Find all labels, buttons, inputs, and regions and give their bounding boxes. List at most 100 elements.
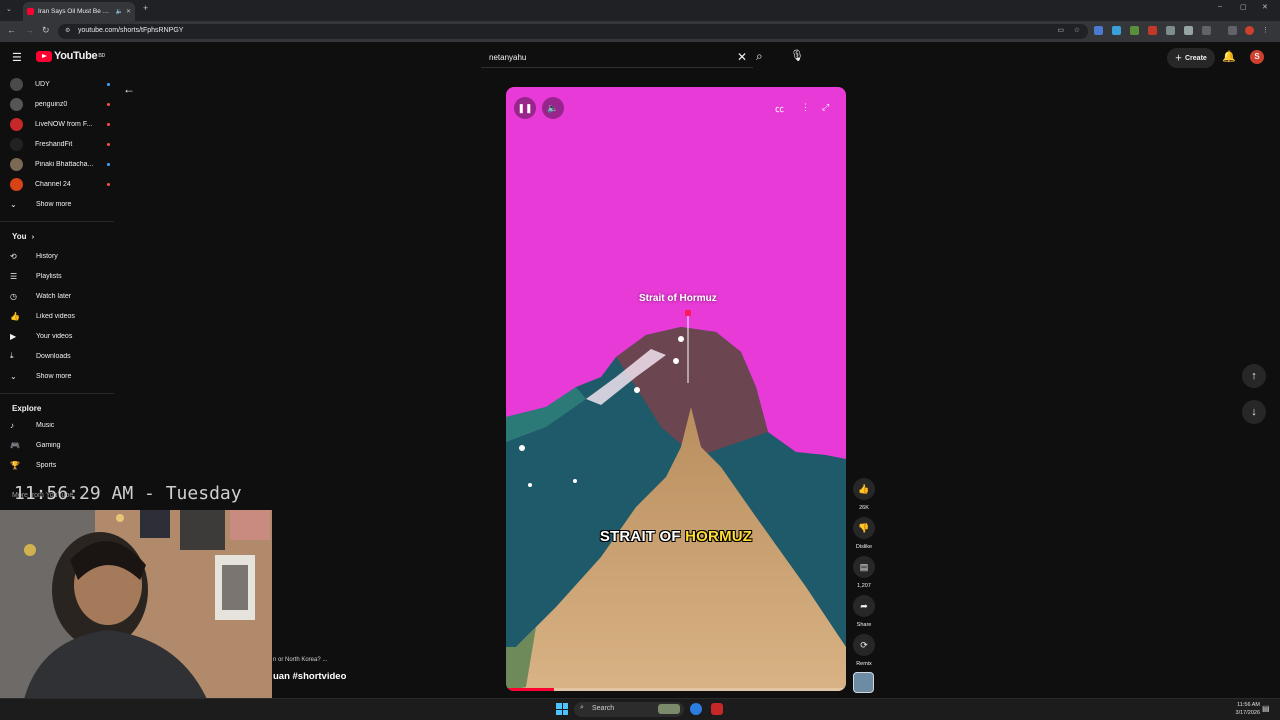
extension-icon[interactable] bbox=[1094, 26, 1103, 35]
youtube-logo[interactable]: YouTube BD bbox=[36, 50, 105, 62]
short-meta-title[interactable]: uan #shortvideo bbox=[273, 671, 346, 682]
sidebar-item-music[interactable]: ♪ Music bbox=[10, 416, 110, 434]
extension-icon[interactable] bbox=[1184, 26, 1193, 35]
sidebar-item-downloads[interactable]: ⤓ Downloads bbox=[10, 347, 110, 365]
downloads-icon[interactable] bbox=[1228, 26, 1237, 35]
you-heading[interactable]: You › bbox=[12, 232, 34, 241]
volume-icon[interactable]: 🔈 bbox=[542, 97, 564, 119]
webcam-overlay bbox=[0, 510, 272, 720]
taskbar-search-input[interactable]: ⌕ Search bbox=[574, 702, 684, 717]
extensions-puzzle-icon[interactable] bbox=[1202, 26, 1211, 35]
extension-icon[interactable] bbox=[1112, 26, 1121, 35]
captions-icon[interactable]: ㏄ bbox=[775, 102, 784, 115]
share-button[interactable]: ➦ Share bbox=[852, 595, 876, 628]
sidebar-item-liked-videos[interactable]: 👍 Liked videos bbox=[10, 307, 110, 325]
maximize-icon[interactable]: ▢ bbox=[1240, 3, 1247, 11]
app-icon[interactable] bbox=[711, 703, 723, 715]
windows-start-icon[interactable] bbox=[556, 703, 568, 715]
string-light bbox=[24, 544, 36, 556]
search-input[interactable]: netanyahu ✕ bbox=[481, 47, 753, 68]
profile-avatar-icon[interactable] bbox=[1245, 26, 1254, 35]
taskbar-clock[interactable]: 11:56 AM 3/17/2026 bbox=[1224, 701, 1260, 717]
url-field[interactable]: ⚙ youtube.com/shorts/tFphsRNPGY ▭ ☆ bbox=[58, 24, 1088, 39]
forward-icon[interactable]: → bbox=[25, 25, 34, 35]
sidebar-item-label: Liked videos bbox=[36, 312, 75, 320]
notifications-bell-icon[interactable]: 🔔 bbox=[1222, 50, 1236, 63]
subscription-item[interactable]: FreshandFit bbox=[10, 135, 110, 153]
video-progress-bar[interactable] bbox=[506, 688, 846, 691]
subscription-item[interactable]: penguinz0 bbox=[10, 95, 110, 113]
search-icon[interactable]: ⌕ bbox=[756, 49, 763, 64]
strait-of-hormuz-map bbox=[506, 87, 846, 691]
account-avatar[interactable]: S bbox=[1250, 50, 1264, 64]
reload-icon[interactable]: ↻ bbox=[42, 25, 50, 36]
subscription-item[interactable]: Pinaki Bhattacha... bbox=[10, 155, 110, 173]
caption-highlight: HORMUZ bbox=[685, 528, 753, 545]
search-icon: ⌕ bbox=[580, 704, 584, 711]
remix-button[interactable]: ⟳ Remix bbox=[852, 634, 876, 667]
extension-icon[interactable] bbox=[1148, 26, 1157, 35]
live-status-dot bbox=[107, 102, 110, 106]
extension-icon[interactable] bbox=[1166, 26, 1175, 35]
search-highlight-image bbox=[658, 704, 680, 714]
channel-avatar bbox=[10, 157, 23, 171]
close-window-icon[interactable]: ✕ bbox=[1262, 3, 1268, 11]
comments-button[interactable]: ▤ 1,207 bbox=[852, 556, 876, 589]
sidebar-item-label: Playlists bbox=[36, 272, 62, 280]
sidebar-item-sports[interactable]: 🏆 Sports bbox=[10, 456, 110, 474]
sidebar-item-history[interactable]: ⟲ History bbox=[10, 247, 110, 265]
fullscreen-icon[interactable]: ⤢ bbox=[822, 102, 829, 113]
microphone-icon[interactable]: 🎙 bbox=[790, 49, 804, 62]
site-info-icon[interactable]: ⚙ bbox=[65, 27, 70, 34]
chevron-down-icon: ⌄ bbox=[10, 199, 17, 209]
subscription-item[interactable]: UDY bbox=[10, 75, 110, 93]
sidebar-item-your-videos[interactable]: ▶ Your videos bbox=[10, 327, 110, 345]
minimize-icon[interactable]: – bbox=[1218, 3, 1222, 10]
bookmark-star-icon[interactable]: ☆ bbox=[1074, 26, 1080, 34]
menu-dots-icon[interactable]: ⋮ bbox=[1262, 26, 1269, 34]
audio-icon[interactable]: 🔈 bbox=[115, 8, 122, 15]
back-icon[interactable]: ← bbox=[7, 25, 16, 35]
hamburger-menu-icon[interactable]: ☰ bbox=[12, 51, 22, 64]
new-tab-button[interactable]: + bbox=[143, 3, 148, 13]
subscription-item[interactable]: Channel 24 bbox=[10, 175, 110, 193]
close-tab-icon[interactable]: ✕ bbox=[126, 8, 131, 15]
wall-poster bbox=[180, 510, 225, 550]
notification-icon[interactable]: ▤ bbox=[1262, 704, 1270, 713]
subscription-item[interactable]: LiveNOW from F... bbox=[10, 115, 110, 133]
create-button[interactable]: ＋ Create bbox=[1167, 48, 1215, 68]
tab-search-icon[interactable]: ⌄ bbox=[6, 5, 12, 13]
live-status-dot bbox=[107, 182, 110, 186]
sidebar-item-playlists[interactable]: ☰ Playlists bbox=[10, 267, 110, 285]
browser-tab-active[interactable]: Iran Says Oil Must Be Sold 🔈 ✕ bbox=[23, 2, 135, 21]
chrome-app-icon[interactable] bbox=[690, 703, 702, 715]
sidebar-item-watch-later[interactable]: ◷ Watch later bbox=[10, 287, 110, 305]
pause-icon[interactable]: ❚❚ bbox=[514, 97, 536, 119]
browser-address-bar: ← → ↻ ⚙ youtube.com/shorts/tFphsRNPGY ▭ … bbox=[0, 21, 1280, 42]
clear-search-icon[interactable]: ✕ bbox=[737, 50, 747, 64]
sidebar-item-gaming[interactable]: 🎮 Gaming bbox=[10, 436, 110, 454]
wall-poster bbox=[140, 510, 170, 538]
shorts-video-player[interactable]: ❚❚ 🔈 ㏄ ⋮ ⤢ Strait of Hormuz STRAIT OF HO… bbox=[506, 87, 846, 691]
thumbs-up-icon: 👍 bbox=[853, 478, 875, 500]
share-arrow-icon: ➦ bbox=[853, 595, 875, 617]
back-arrow-icon[interactable]: ← bbox=[123, 82, 135, 96]
more-options-icon[interactable]: ⋮ bbox=[801, 102, 810, 113]
remix-label: Remix bbox=[856, 661, 872, 667]
clock-icon: ◷ bbox=[10, 291, 17, 301]
show-more-subscriptions[interactable]: ⌄ Show more bbox=[10, 195, 110, 213]
sidebar-item-label: UDY bbox=[35, 80, 50, 88]
dislike-button[interactable]: 👎 Dislike bbox=[852, 517, 876, 550]
previous-short-arrow-up-icon[interactable]: ↑ bbox=[1242, 364, 1266, 388]
next-short-arrow-down-icon[interactable]: ↓ bbox=[1242, 400, 1266, 424]
show-more-you[interactable]: ⌄ Show more bbox=[10, 367, 110, 385]
channel-avatar[interactable] bbox=[853, 672, 874, 693]
webcam-feed bbox=[0, 510, 272, 720]
like-button[interactable]: 👍 26K bbox=[852, 478, 876, 511]
island-marker bbox=[634, 387, 640, 393]
channel-avatar bbox=[10, 117, 23, 131]
island-marker bbox=[528, 483, 532, 487]
cast-icon[interactable]: ▭ bbox=[1057, 26, 1064, 34]
extension-icon[interactable] bbox=[1130, 26, 1139, 35]
sidebar-item-label: Downloads bbox=[36, 352, 71, 360]
